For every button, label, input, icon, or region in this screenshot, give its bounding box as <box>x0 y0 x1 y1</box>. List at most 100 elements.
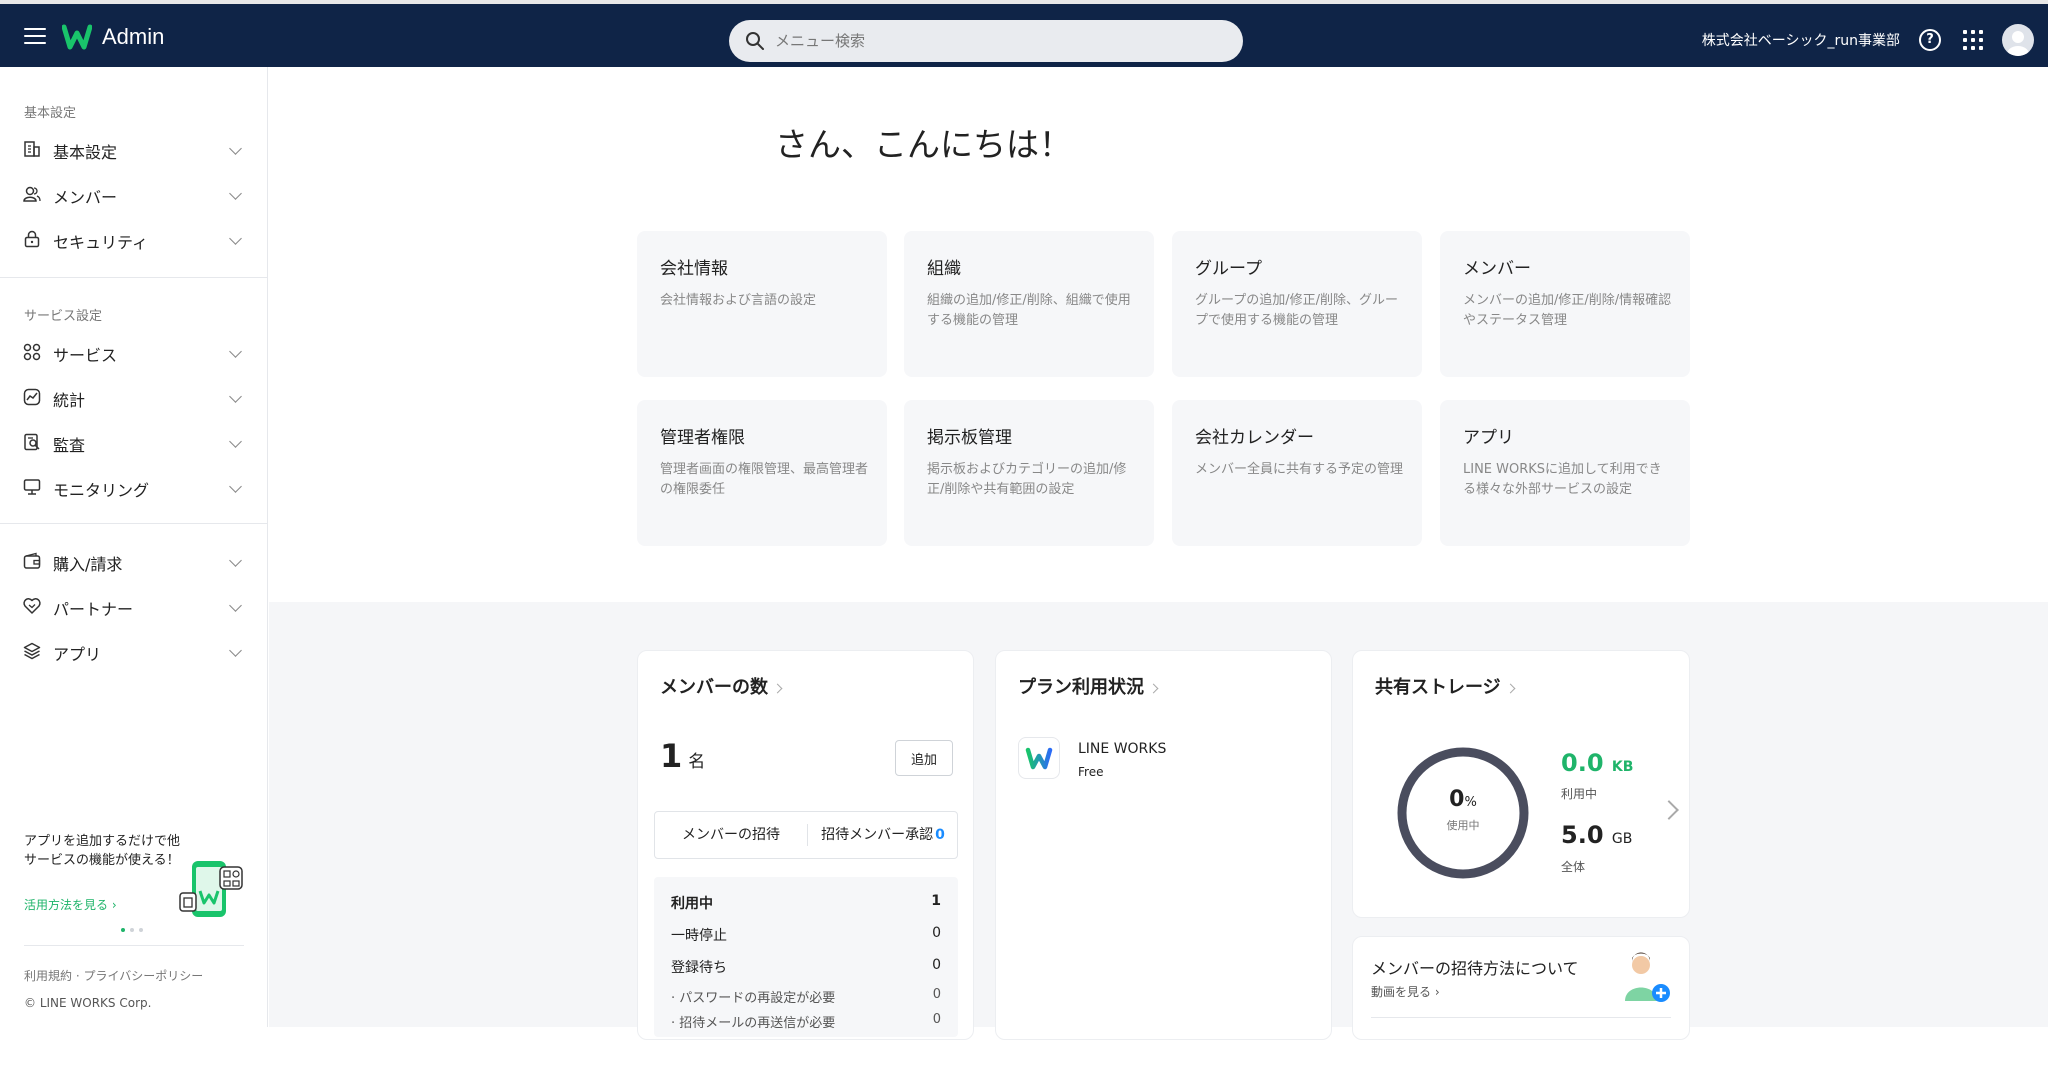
sidebar-item-label: サービス <box>53 346 118 365</box>
greeting-heading: さん、こんにちは！ <box>775 125 1072 164</box>
sidebar-item-members[interactable]: メンバー <box>0 174 268 214</box>
plan-panel-title[interactable]: プラン利用状況 <box>1018 673 1159 699</box>
sidebar-item-partner[interactable]: パートナー <box>0 586 268 626</box>
storage-total-label: 全体 <box>1561 860 1586 874</box>
card-description: メンバー全員に共有する予定の管理 <box>1195 462 1404 477</box>
plan-tier: Free <box>1078 765 1104 779</box>
storage-percent-label: 使用中 <box>1446 819 1480 832</box>
panel-title-text: プラン利用状況 <box>1018 677 1144 698</box>
storage-used-unit: KB <box>1611 759 1634 775</box>
sidebar-item-statistics[interactable]: 統計 <box>0 377 268 417</box>
chart-icon <box>23 388 41 406</box>
sidebar-item-label: 基本設定 <box>53 143 118 162</box>
card-description: グループの追加/修正/削除、グループで使用する機能の管理 <box>1195 293 1398 328</box>
members-panel-title[interactable]: メンバーの数 <box>660 673 783 699</box>
sidebar: 基本設定 基本設定 メンバー セキュリティ サービス設定 サービス 統計 監査 … <box>0 67 268 1027</box>
card-group[interactable]: グループ グループの追加/修正/削除、グループで使用する機能の管理 <box>1172 231 1422 377</box>
card-title: 掲示板管理 <box>927 428 1012 448</box>
app-launcher-icon[interactable] <box>1963 30 1983 50</box>
status-row-active: 利用中 1 <box>671 893 941 913</box>
storage-percent-value: 0 <box>1449 787 1465 812</box>
stack-icon <box>23 642 41 660</box>
storage-used-value: 0.0 <box>1561 749 1604 777</box>
sidebar-item-audit[interactable]: 監査 <box>0 422 268 462</box>
donut-track <box>1397 747 1529 879</box>
storage-percent-unit: % <box>1464 795 1477 810</box>
help-icon[interactable]: ? <box>1919 29 1941 51</box>
menu-search-bar[interactable] <box>729 20 1243 62</box>
top-header: Admin 株式会社ベーシック_run事業部 ? <box>0 4 2048 67</box>
card-organization[interactable]: 組織 組織の追加/修正/削除、組織で使用する機能の管理 <box>904 231 1154 377</box>
storage-total: 5.0 GB <box>1561 821 1632 849</box>
section-label-service: サービス設定 <box>24 309 103 324</box>
sidebar-item-label: 購入/請求 <box>53 555 123 574</box>
approve-label: 招待メンバー承認 <box>821 827 934 843</box>
invite-actions: メンバーの招待 招待メンバー承認 0 <box>654 811 958 859</box>
chevron-right-icon <box>772 683 783 693</box>
plan-panel: プラン利用状況 LINE WORKS Free <box>995 650 1332 1040</box>
add-member-button[interactable]: 追加 <box>895 740 953 776</box>
invite-member-button[interactable]: メンバーの招待 <box>655 812 807 858</box>
approval-count: 0 <box>935 827 945 843</box>
storage-used: 0.0 KB <box>1561 749 1633 777</box>
card-members[interactable]: メンバー メンバーの追加/修正/削除/情報確認やステータス管理 <box>1440 231 1690 377</box>
chevron-down-icon <box>229 232 242 245</box>
status-label: · パスワードの再設定が必要 <box>671 991 836 1006</box>
sidebar-item-apps[interactable]: アプリ <box>0 631 268 671</box>
status-row-pending: 登録待ち 0 <box>671 957 941 977</box>
hamburger-menu-icon[interactable] <box>24 28 46 44</box>
wallet-icon <box>23 552 41 569</box>
line-works-logo-icon <box>1025 747 1053 770</box>
chevron-down-icon <box>229 142 242 155</box>
invite-guide-panel[interactable]: メンバーの招待方法について 動画を見る › <box>1352 936 1690 1040</box>
card-admin-permissions[interactable]: 管理者権限 管理者画面の権限管理、最高管理者の権限委任 <box>637 400 887 546</box>
sidebar-item-label: 統計 <box>53 391 86 410</box>
card-apps[interactable]: アプリ LINE WORKSに追加して利用できる様々な外部サービスの設定 <box>1440 400 1690 546</box>
card-title: グループ <box>1195 259 1262 279</box>
user-avatar[interactable] <box>2002 24 2034 56</box>
chevron-right-icon[interactable] <box>1659 800 1679 820</box>
status-label: · 招待メールの再送信が必要 <box>671 1016 836 1031</box>
copyright: © LINE WORKS Corp. <box>24 996 152 1010</box>
card-title: 会社カレンダー <box>1195 428 1314 448</box>
card-description: 会社情報および言語の設定 <box>660 293 817 308</box>
sidebar-item-label: 監査 <box>53 436 86 455</box>
storage-panel-title[interactable]: 共有ストレージ <box>1375 673 1516 699</box>
promo-text: アプリを追加するだけで他サービスの機能が使える！ <box>24 834 181 868</box>
sidebar-item-billing[interactable]: 購入/請求 <box>0 541 268 581</box>
section-label-basic: 基本設定 <box>24 106 77 121</box>
plan-logo <box>1018 737 1060 779</box>
terms-link[interactable]: 利用規約 <box>24 969 72 983</box>
sidebar-item-monitoring[interactable]: モニタリング <box>0 467 268 507</box>
sidebar-item-label: アプリ <box>53 645 102 664</box>
card-board-management[interactable]: 掲示板管理 掲示板およびカテゴリーの追加/修正/削除や共有範囲の設定 <box>904 400 1154 546</box>
promo-link[interactable]: 活用方法を見る › <box>24 896 117 913</box>
privacy-link[interactable]: プライバシーポリシー <box>83 969 203 983</box>
member-count-number: 1 <box>660 737 683 775</box>
status-value: 0 <box>932 925 941 941</box>
organization-name[interactable]: 株式会社ベーシック_run事業部 <box>1702 30 1900 50</box>
approve-invited-button[interactable]: 招待メンバー承認 0 <box>808 812 958 858</box>
card-company-info[interactable]: 会社情報 会社情報および言語の設定 <box>637 231 887 377</box>
person-add-illustration-icon <box>1625 952 1670 1002</box>
members-icon <box>23 186 41 202</box>
card-company-calendar[interactable]: 会社カレンダー メンバー全員に共有する予定の管理 <box>1172 400 1422 546</box>
card-title: アプリ <box>1463 428 1514 448</box>
line-works-logo[interactable] <box>62 24 92 50</box>
sidebar-item-basic-settings[interactable]: 基本設定 <box>0 129 268 169</box>
footer-links: 利用規約 · プライバシーポリシー <box>24 967 203 984</box>
app-title: Admin <box>102 24 165 49</box>
member-count-unit: 名 <box>688 752 706 772</box>
carousel-dots[interactable] <box>121 928 151 934</box>
watch-video-link[interactable]: 動画を見る › <box>1371 983 1440 1000</box>
card-description: メンバーの追加/修正/削除/情報確認やステータス管理 <box>1463 293 1672 328</box>
monitor-icon <box>23 479 41 495</box>
sidebar-item-security[interactable]: セキュリティ <box>0 219 268 259</box>
search-input[interactable] <box>775 28 1215 54</box>
card-title: 管理者権限 <box>660 428 745 448</box>
sidebar-item-label: メンバー <box>53 188 118 207</box>
building-icon <box>24 141 40 157</box>
avatar-person-icon <box>2007 31 2029 56</box>
sidebar-item-services[interactable]: サービス <box>0 332 268 372</box>
sidebar-footer-divider <box>24 945 244 946</box>
